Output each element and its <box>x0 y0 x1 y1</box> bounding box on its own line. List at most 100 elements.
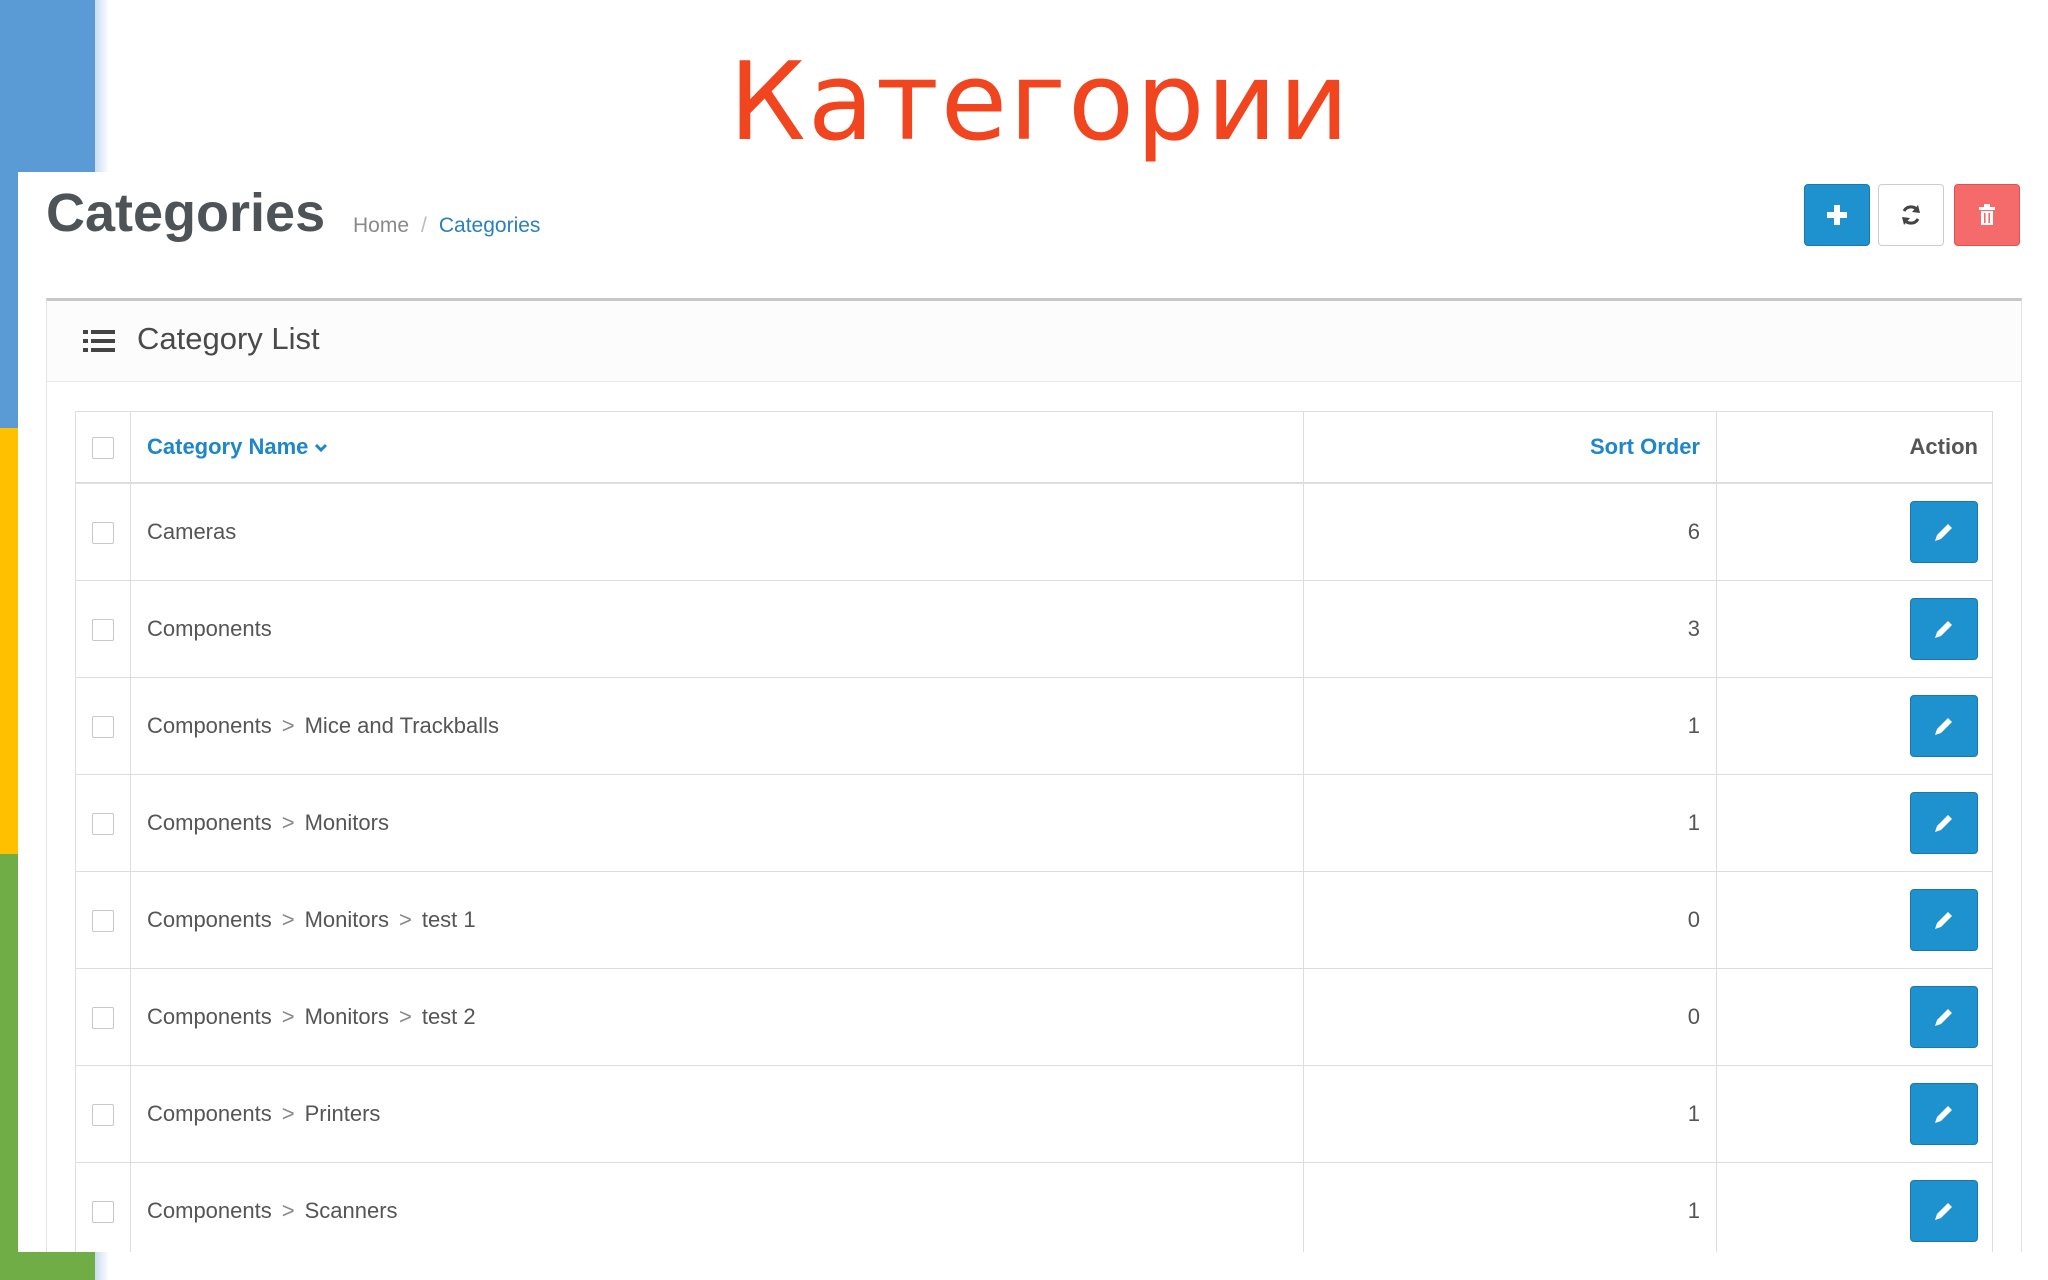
category-path-segment: Printers <box>304 1101 381 1126</box>
pencil-icon <box>1935 1106 1952 1123</box>
table-body: Cameras 6 Components 3 Components > Mice and T… <box>75 482 1993 1252</box>
table-row: Components > Scanners 1 <box>75 1162 1993 1252</box>
row-checkbox-cell <box>75 1162 131 1252</box>
row-checkbox-cell <box>75 871 131 969</box>
row-checkbox-cell <box>75 968 131 1066</box>
breadcrumb-separator: / <box>421 214 427 237</box>
edit-button[interactable] <box>1910 1083 1978 1145</box>
category-path-segment: Components <box>147 907 272 932</box>
row-checkbox[interactable] <box>92 910 114 933</box>
row-checkbox[interactable] <box>92 619 114 642</box>
pencil-icon <box>1935 621 1952 638</box>
sort-by-order-link[interactable]: Sort Order <box>1590 434 1700 459</box>
category-name-cell: Components > Printers <box>130 1065 1304 1163</box>
sort-order-cell: 0 <box>1303 871 1717 969</box>
category-name-label: Category Name <box>147 434 309 459</box>
table-row: Components > Monitors 1 <box>75 774 1993 872</box>
refresh-button[interactable] <box>1878 184 1944 246</box>
table-row: Components > Monitors > test 2 0 <box>75 968 1993 1066</box>
category-path-segment: test 1 <box>421 907 476 932</box>
row-checkbox-cell <box>75 580 131 678</box>
edit-button[interactable] <box>1910 792 1978 854</box>
path-separator: > <box>281 713 295 738</box>
action-cell <box>1716 1162 1993 1252</box>
row-checkbox[interactable] <box>92 1007 114 1030</box>
edit-button[interactable] <box>1910 889 1978 951</box>
header-action: Action <box>1716 411 1993 484</box>
admin-screenshot: Categories Home / Categories Category Li… <box>18 172 2048 1252</box>
row-checkbox[interactable] <box>92 1201 114 1224</box>
action-cell <box>1716 580 1993 678</box>
sort-order-cell: 3 <box>1303 580 1717 678</box>
page-header: Categories Home / Categories <box>18 172 2048 292</box>
sort-by-name-link[interactable]: Category Name <box>147 434 328 459</box>
breadcrumb: Home / Categories <box>353 214 540 238</box>
category-name-cell: Components > Mice and Trackballs <box>130 677 1304 775</box>
category-path-segment: Monitors <box>304 810 389 835</box>
category-name-cell: Components > Monitors > test 1 <box>130 871 1304 969</box>
page-title: Categories <box>46 183 326 243</box>
action-cell <box>1716 871 1993 969</box>
sort-order-cell: 0 <box>1303 968 1717 1066</box>
row-checkbox[interactable] <box>92 1104 114 1127</box>
action-cell <box>1716 968 1993 1066</box>
sort-order-cell: 1 <box>1303 677 1717 775</box>
category-path-segment: Components <box>147 713 272 738</box>
sort-order-cell: 6 <box>1303 482 1717 581</box>
category-name-cell: Components <box>130 580 1304 678</box>
panel-title: Category List <box>137 321 320 356</box>
header-category-name: Category Name <box>130 411 1304 484</box>
breadcrumb-categories[interactable]: Categories <box>439 214 541 237</box>
category-name-cell: Components > Scanners <box>130 1162 1304 1252</box>
header-checkbox-cell <box>75 411 131 484</box>
category-name-cell: Cameras <box>130 482 1304 581</box>
path-separator: > <box>398 907 412 932</box>
action-cell <box>1716 482 1993 581</box>
table-row: Cameras 6 <box>75 482 1993 581</box>
delete-button[interactable] <box>1954 184 2020 246</box>
category-name-cell: Components > Monitors <box>130 774 1304 872</box>
trash-icon <box>1979 204 1995 225</box>
category-name-cell: Components > Monitors > test 2 <box>130 968 1304 1066</box>
category-path-segment: Components <box>147 1101 272 1126</box>
edit-button[interactable] <box>1910 1180 1978 1242</box>
row-checkbox-cell <box>75 677 131 775</box>
category-table: Category Name Sort Order Action Cameras 6… <box>75 411 1993 1252</box>
category-path-segment: test 2 <box>421 1004 476 1029</box>
category-path-segment: Mice and Trackballs <box>304 713 500 738</box>
table-row: Components > Printers 1 <box>75 1065 1993 1163</box>
row-checkbox-cell <box>75 1065 131 1163</box>
path-separator: > <box>281 1101 295 1126</box>
row-checkbox[interactable] <box>92 813 114 836</box>
edit-button[interactable] <box>1910 986 1978 1048</box>
category-path-segment: Components <box>147 810 272 835</box>
edit-button[interactable] <box>1910 695 1978 757</box>
table-row: Components > Monitors > test 1 0 <box>75 871 1993 969</box>
edit-button[interactable] <box>1910 598 1978 660</box>
refresh-icon <box>1902 205 1920 225</box>
action-cell <box>1716 677 1993 775</box>
category-path-segment: Components <box>147 1198 272 1223</box>
row-checkbox-cell <box>75 482 131 581</box>
select-all-checkbox[interactable] <box>92 437 114 460</box>
path-separator: > <box>281 810 295 835</box>
category-path-segment: Components <box>147 616 272 641</box>
pencil-icon <box>1935 1009 1952 1026</box>
row-checkbox[interactable] <box>92 716 114 739</box>
table-header-row: Category Name Sort Order Action <box>75 411 1993 484</box>
category-path-segment: Components <box>147 1004 272 1029</box>
plus-icon <box>1827 205 1847 225</box>
path-separator: > <box>281 1004 295 1029</box>
category-path-segment: Cameras <box>147 519 237 544</box>
chevron-down-icon <box>315 444 328 453</box>
edit-button[interactable] <box>1910 501 1978 563</box>
path-separator: > <box>281 1198 295 1223</box>
action-cell <box>1716 774 1993 872</box>
row-checkbox[interactable] <box>92 522 114 545</box>
sort-order-cell: 1 <box>1303 1065 1717 1163</box>
table-row: Components 3 <box>75 580 1993 678</box>
action-cell <box>1716 1065 1993 1163</box>
add-category-button[interactable] <box>1804 184 1870 246</box>
category-path-segment: Scanners <box>304 1198 398 1223</box>
breadcrumb-home[interactable]: Home <box>353 214 409 237</box>
